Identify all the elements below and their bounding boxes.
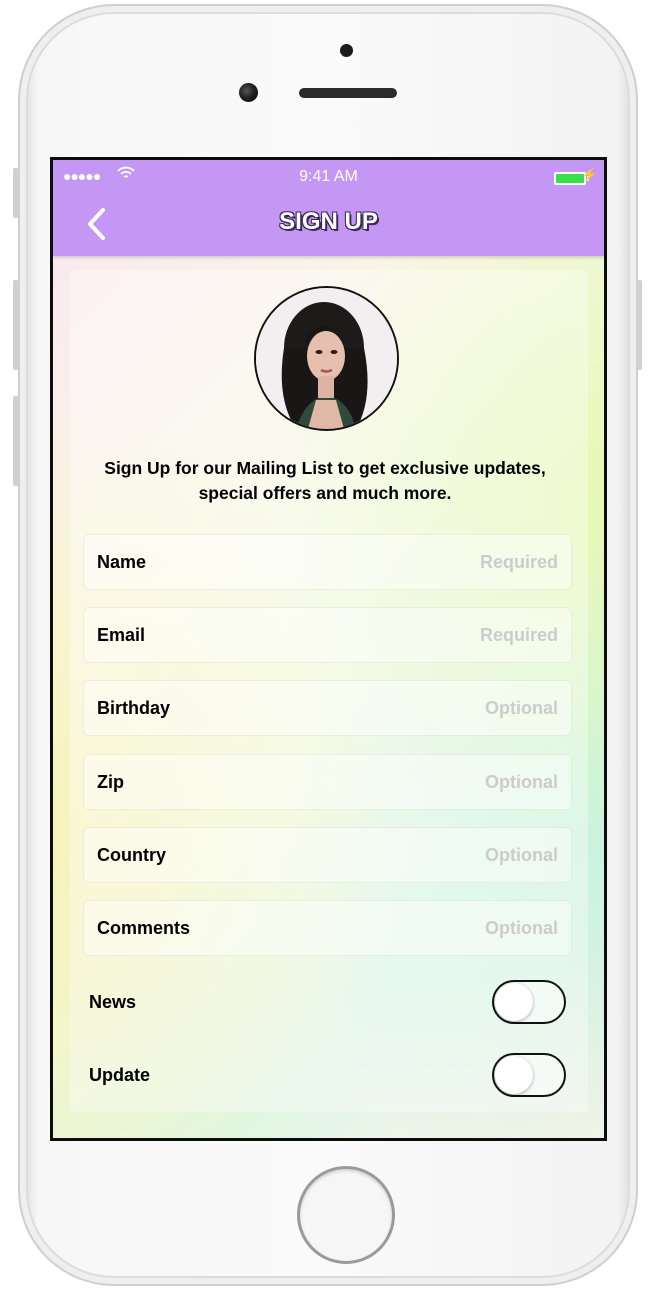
page-title: SIGN UP [279, 208, 378, 235]
intro-line-2: special offers and much more. [198, 483, 452, 503]
volume-up-button [13, 280, 19, 370]
birthday-field[interactable]: Birthday Optional [83, 680, 572, 736]
field-label: Comments [97, 918, 191, 938]
toggle-knob [495, 983, 533, 1021]
status-time: 9:41 AM [299, 168, 358, 185]
field-placeholder: Required [479, 552, 558, 572]
avatar [254, 286, 399, 431]
field-placeholder: Optional [485, 918, 558, 938]
field-placeholder: Optional [485, 772, 558, 792]
front-camera [239, 83, 258, 102]
field-label: Name [97, 552, 147, 572]
email-field[interactable]: Email Required [83, 607, 572, 663]
home-button[interactable] [297, 1166, 395, 1264]
field-placeholder: Required [479, 625, 558, 645]
news-toggle-row: News [89, 980, 569, 1026]
comments-field[interactable]: Comments Optional [83, 900, 572, 956]
news-toggle[interactable] [492, 980, 566, 1024]
name-field[interactable]: Name Required [83, 534, 572, 590]
charging-icon: ⚡ [581, 167, 598, 182]
field-label: Zip [97, 772, 124, 792]
toggle-knob [495, 1056, 533, 1094]
field-label: Birthday [97, 698, 171, 718]
field-placeholder: Optional [485, 698, 558, 718]
volume-down-button [13, 396, 19, 486]
country-field[interactable]: Country Optional [83, 827, 572, 883]
earpiece-speaker [299, 88, 397, 98]
news-label: News [89, 992, 137, 1012]
field-placeholder: Optional [485, 845, 558, 865]
zip-field[interactable]: Zip Optional [83, 754, 572, 810]
mute-switch [13, 168, 19, 218]
power-button [636, 280, 642, 370]
intro-line-1: Sign Up for our Mailing List to get excl… [104, 458, 546, 478]
update-toggle-row: Update [89, 1053, 569, 1099]
proximity-sensor [340, 44, 353, 57]
update-toggle[interactable] [492, 1053, 566, 1097]
status-bar: ●●●●● 9:41 AM ⚡ [53, 160, 604, 196]
update-label: Update [89, 1065, 151, 1085]
profile-photo [256, 288, 397, 429]
field-label: Email [97, 625, 146, 645]
intro-text: Sign Up for our Mailing List to get excl… [60, 456, 590, 506]
navigation-bar: ●●●●● 9:41 AM ⚡ SIGN UP [53, 160, 604, 256]
field-label: Country [97, 845, 166, 865]
